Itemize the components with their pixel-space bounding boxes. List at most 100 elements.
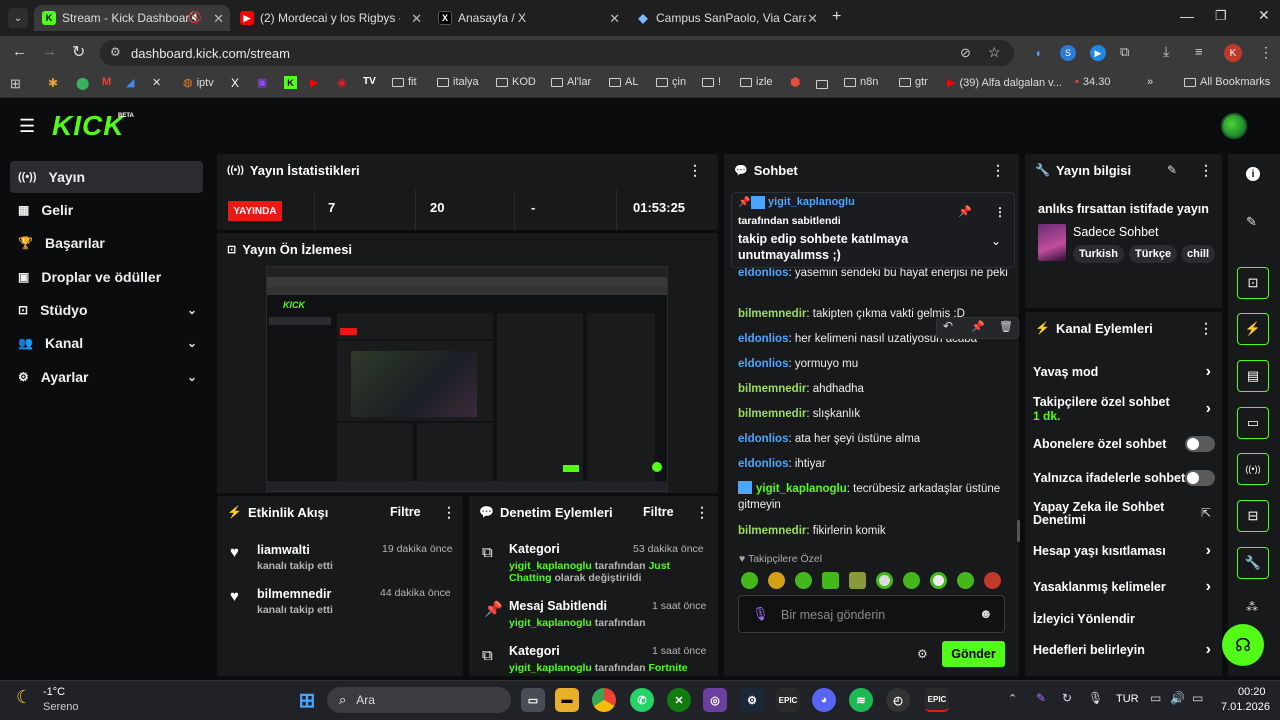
gmail-bookmark-icon[interactable]: M <box>102 76 111 88</box>
epic-games-active-icon[interactable]: EPIC <box>925 688 949 712</box>
sidebar-item-droplar[interactable]: ▣ Droplar ve ödüller <box>10 261 203 293</box>
bookmark-folder-italya[interactable]: italya <box>437 76 479 88</box>
moderation-user-link[interactable]: yigit_kaplanoglu <box>509 662 592 674</box>
twitch-bookmark-icon[interactable]: ▣ <box>257 76 267 89</box>
tab-search-icon[interactable]: ⌄ <box>8 8 28 28</box>
language-indicator[interactable]: TUR <box>1116 693 1139 705</box>
chat-username[interactable]: eldonlios <box>738 458 788 470</box>
restore-icon[interactable]: ❐ <box>1215 8 1227 24</box>
emote-icon[interactable] <box>903 572 920 589</box>
steam-icon[interactable]: ⚙ <box>740 688 764 712</box>
bookmark-folder-allar[interactable]: Al'lar <box>551 76 591 88</box>
edit-pencil-icon[interactable]: ✎ <box>1167 163 1177 177</box>
bookmark-3430[interactable]: ▪ 34.30 <box>1075 76 1110 88</box>
tag-chip[interactable]: Turkish <box>1073 245 1124 263</box>
kebab-menu-icon[interactable]: ⋮ <box>695 504 709 521</box>
kebab-menu-icon[interactable]: ⋮ <box>991 162 1005 179</box>
minimize-icon[interactable]: — <box>1180 8 1194 24</box>
emote-icon[interactable] <box>741 572 758 589</box>
info-icon[interactable]: i <box>1246 167 1260 181</box>
support-headset-icon[interactable]: ☊ <box>1222 624 1264 666</box>
forward-icon[interactable]: → <box>42 43 57 60</box>
tray-sync-icon[interactable]: ↻ <box>1062 691 1072 705</box>
reply-icon[interactable]: ↶ <box>943 319 953 333</box>
user-avatar[interactable] <box>1221 113 1247 139</box>
chevron-down-icon[interactable]: ⌄ <box>991 234 1001 248</box>
bookmark-folder-n8n[interactable]: n8n <box>844 76 878 88</box>
unpin-icon[interactable]: 📌 <box>958 205 972 218</box>
close-tab-icon[interactable]: ✕ <box>213 11 224 27</box>
bookmark-folder-gtr[interactable]: gtr <box>899 76 928 88</box>
bookmark-favicon-icon[interactable]: TV <box>363 76 376 87</box>
external-link-icon[interactable]: ⇱ <box>1201 506 1211 520</box>
emoji-icon[interactable]: ☻ <box>979 606 993 621</box>
tray-chevron-icon[interactable]: ⌃ <box>1008 692 1017 705</box>
media-control-icon[interactable]: ≡ <box>1195 44 1203 59</box>
emote-icon[interactable] <box>795 572 812 589</box>
action-followers-only[interactable]: Takipçilere özel sohbet › <box>1033 394 1213 417</box>
xbox-icon[interactable]: ✕ <box>667 688 691 712</box>
bookmark-folder-bang[interactable]: ! <box>702 76 721 88</box>
rail-tools-button[interactable]: 🔧 <box>1237 547 1269 579</box>
edit-pencil-icon[interactable]: ✎ <box>1246 214 1257 230</box>
bookmark-star-icon[interactable]: ☆ <box>988 44 1001 61</box>
file-explorer-icon[interactable]: ▬ <box>555 688 579 712</box>
action-subscribers-only[interactable]: Abonelere özel sohbet <box>1033 436 1215 452</box>
chat-username[interactable]: bilmemnedir <box>738 383 806 395</box>
kebab-menu-icon[interactable]: ⋮ <box>994 205 1006 219</box>
weather-temp[interactable]: -1°C <box>43 686 65 698</box>
rail-notes-button[interactable]: ▤ <box>1237 360 1269 392</box>
reload-icon[interactable]: ↻ <box>72 42 85 62</box>
emote-icon[interactable] <box>822 572 839 589</box>
close-tab-icon[interactable]: ✕ <box>807 11 818 27</box>
rail-chat-button[interactable]: ▭ <box>1237 407 1269 439</box>
category-name[interactable]: Sadece Sohbet <box>1073 225 1159 239</box>
extension-icon[interactable]: S <box>1060 45 1076 61</box>
subscribers-only-toggle[interactable] <box>1185 436 1215 452</box>
chat-username[interactable]: bilmemnedir <box>738 408 806 420</box>
extension-icon[interactable]: ◖ <box>1030 45 1046 61</box>
chat-placeholder[interactable]: Bir mesaj gönderin <box>781 608 885 622</box>
chrome-icon[interactable] <box>592 688 616 712</box>
folder-icon[interactable] <box>816 76 828 94</box>
kick-logo[interactable]: KICK <box>52 110 124 142</box>
emote-icon[interactable] <box>849 572 866 589</box>
x-bookmark-icon[interactable]: X <box>231 76 239 90</box>
rail-video-button[interactable]: ⊟ <box>1237 500 1269 532</box>
stream-preview-video[interactable]: KICK <box>266 266 668 492</box>
bookmark-folder-kod[interactable]: KOD <box>496 76 536 88</box>
sidebar-item-kanal[interactable]: 👥 Kanal ⌄ <box>10 327 203 359</box>
chat-username[interactable]: yigit_kaplanoglu <box>756 483 847 495</box>
chat-username[interactable]: eldonlios <box>738 358 788 370</box>
action-banned-words[interactable]: Yasaklanmış kelimeler › <box>1033 578 1213 595</box>
extension-icon[interactable]: ▶ <box>1090 45 1106 61</box>
menu-kebab-icon[interactable]: ⋮ <box>1259 44 1273 61</box>
activity-user[interactable]: liamwalti <box>257 543 310 557</box>
emote-icon[interactable] <box>768 572 785 589</box>
moderation-filter-button[interactable]: Filtre <box>643 505 674 519</box>
bookmark-iptv[interactable]: ◍ iptv <box>183 76 214 90</box>
bookmark-folder-izle[interactable]: izle <box>740 76 773 88</box>
chat-scrollbar[interactable] <box>1017 520 1020 542</box>
battery-icon[interactable]: ▭ <box>1192 691 1203 705</box>
microphone-icon[interactable]: 🎙 <box>752 606 769 622</box>
moderation-user-link[interactable]: yigit_kaplanoglu <box>509 560 592 572</box>
chat-username[interactable]: eldonlios <box>738 433 788 445</box>
close-tab-icon[interactable]: ✕ <box>609 11 620 27</box>
kebab-menu-icon[interactable]: ⋮ <box>1199 320 1213 337</box>
tab-campus[interactable]: ◆ Campus SanPaolo, Via Caraglio ✕ <box>628 5 824 31</box>
back-icon[interactable]: ← <box>12 43 27 60</box>
tray-app-icon[interactable]: ✎ <box>1036 691 1046 705</box>
tab-kick-dashboard[interactable]: K Stream - Kick Dashboard 🔇 ✕ <box>34 5 230 31</box>
chat-username[interactable]: eldonlios <box>738 267 788 279</box>
whatsapp-icon[interactable]: ✆ <box>630 688 654 712</box>
share-icon[interactable]: ⁂ <box>1246 600 1258 614</box>
activity-filter-button[interactable]: Filtre <box>390 505 421 519</box>
profile-avatar[interactable]: K <box>1224 44 1242 62</box>
bookmark-folder-al[interactable]: AL <box>609 76 638 88</box>
kick-bookmark-icon[interactable]: K <box>284 76 297 89</box>
bookmark-favicon-icon[interactable]: ✕ <box>152 76 161 89</box>
pinned-user[interactable]: yigit_kaplanoglu <box>768 196 855 208</box>
network-icon[interactable]: ▭ <box>1150 691 1161 705</box>
clock-date[interactable]: 7.01.2026 <box>1221 701 1270 713</box>
